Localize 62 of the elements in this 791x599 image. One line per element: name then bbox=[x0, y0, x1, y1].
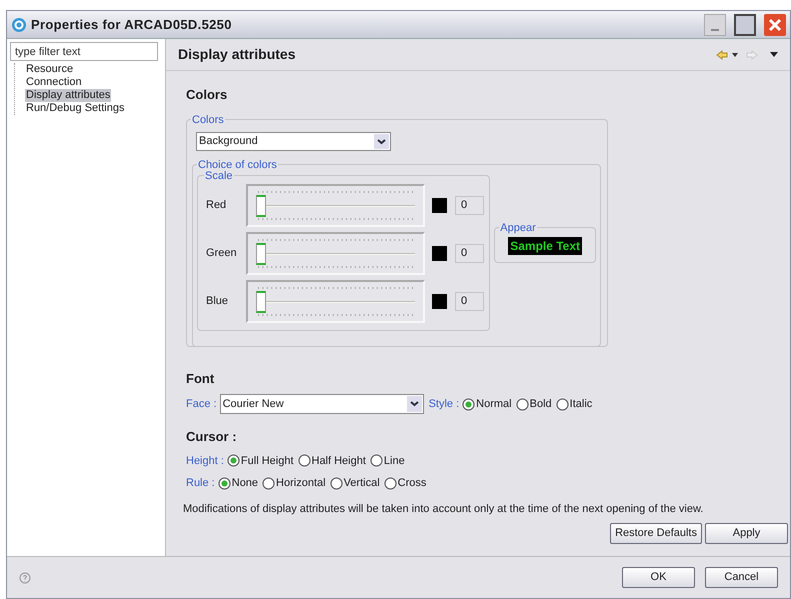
value-field[interactable]: 0 bbox=[455, 292, 484, 310]
field-label: Rule : bbox=[186, 476, 215, 491]
minimize-button[interactable] bbox=[704, 14, 726, 36]
sample-text: Sample Text bbox=[508, 237, 582, 255]
radio-label[interactable]: Vertical bbox=[344, 475, 380, 492]
caret-icon bbox=[406, 396, 422, 412]
radio-label[interactable]: Full Height bbox=[240, 452, 294, 469]
dropdown-arrow-icon[interactable] bbox=[732, 52, 738, 56]
radio-label[interactable]: Horizontal bbox=[276, 475, 326, 492]
section-heading: Colors bbox=[186, 86, 228, 104]
dialog-button[interactable]: OK bbox=[622, 567, 695, 588]
app-icon bbox=[11, 16, 27, 32]
field-label: Height : bbox=[186, 454, 224, 468]
radio-button[interactable] bbox=[298, 454, 310, 468]
radio-label[interactable]: Cross bbox=[398, 475, 426, 492]
field-label: Style : bbox=[428, 396, 460, 412]
tree-item[interactable]: Resource bbox=[25, 63, 74, 76]
page-title: Display attributes bbox=[178, 45, 296, 64]
slider-track[interactable] bbox=[246, 232, 425, 274]
radio-button[interactable] bbox=[218, 476, 231, 490]
dialog-button[interactable]: Restore Defaults bbox=[610, 523, 702, 544]
view-menu-icon[interactable] bbox=[770, 52, 778, 57]
caret-icon bbox=[374, 134, 389, 148]
slider-thumb[interactable] bbox=[256, 242, 266, 264]
channel-label: Blue bbox=[206, 294, 230, 309]
dialog-button[interactable]: Cancel bbox=[705, 567, 778, 588]
close-button[interactable] bbox=[764, 14, 786, 36]
radio-label[interactable]: Italic bbox=[570, 396, 592, 412]
radio-label[interactable]: Bold bbox=[530, 396, 552, 412]
font-dropdown[interactable]: Courier New bbox=[220, 394, 424, 414]
radio-label[interactable]: Half Height bbox=[312, 452, 366, 469]
maximize-button[interactable] bbox=[734, 14, 756, 36]
slider-track[interactable] bbox=[246, 280, 425, 322]
section-heading: Font bbox=[186, 370, 216, 388]
radio-button[interactable] bbox=[516, 398, 529, 410]
channel-label: Green bbox=[206, 246, 238, 261]
radio-label[interactable]: Line bbox=[384, 452, 405, 469]
radio-button[interactable] bbox=[370, 454, 383, 468]
value-field[interactable]: 0 bbox=[455, 244, 484, 262]
radio-button[interactable] bbox=[384, 476, 397, 490]
slider-track[interactable] bbox=[246, 184, 425, 226]
radio-label[interactable]: None bbox=[232, 475, 258, 492]
tree-item[interactable]: Run/Debug Settings bbox=[25, 102, 126, 115]
field-label: Face : bbox=[186, 396, 217, 412]
radio-button[interactable] bbox=[462, 398, 476, 410]
tree-item[interactable]: Connection bbox=[25, 76, 83, 89]
channel-label: Red bbox=[206, 198, 228, 213]
radio-button[interactable] bbox=[330, 476, 343, 490]
tree-item[interactable]: Display attributes bbox=[25, 89, 112, 102]
slider-thumb[interactable] bbox=[256, 290, 266, 312]
radio-button[interactable] bbox=[556, 398, 569, 410]
dialog-button[interactable]: Apply bbox=[705, 523, 788, 544]
section-heading: Cursor : bbox=[186, 428, 238, 446]
value-field[interactable]: 0 bbox=[455, 196, 484, 214]
window-title: Properties for ARCAD05D.5250 bbox=[31, 16, 232, 34]
color-dropdown[interactable]: Background bbox=[196, 132, 391, 150]
info-note: Modifications of display attributes will be taken into account only at the time of the next opening of the view. bbox=[183, 502, 704, 516]
slider-thumb[interactable] bbox=[256, 194, 266, 216]
radio-button[interactable] bbox=[226, 454, 240, 468]
radio-label[interactable]: Normal bbox=[476, 396, 512, 412]
filter-field[interactable]: type filter text bbox=[10, 42, 158, 61]
radio-button[interactable] bbox=[262, 476, 276, 490]
